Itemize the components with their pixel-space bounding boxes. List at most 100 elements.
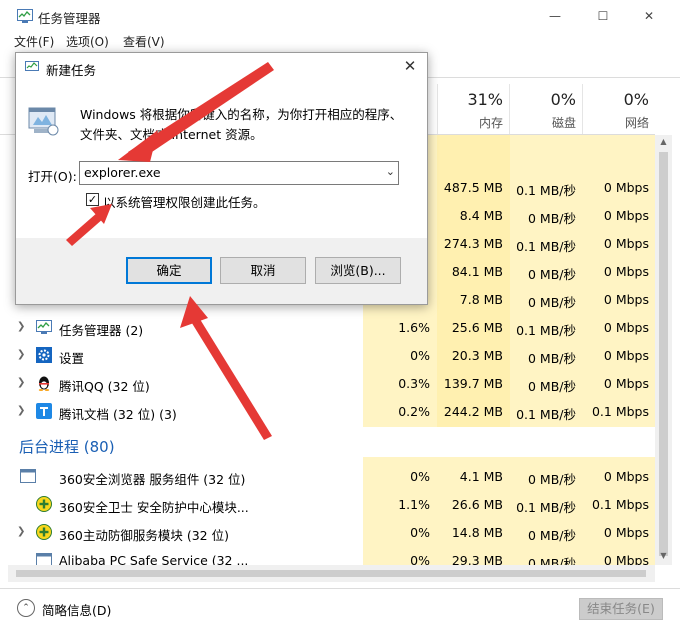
process-name: Alibaba PC Safe Service (32 ... [59, 553, 249, 565]
memory-value: 84.1 MB [451, 264, 503, 279]
shield-plus-icon [36, 524, 52, 540]
disk-value: 0 MB/秒 [528, 379, 576, 394]
end-task-button[interactable]: 结束任务(E) [579, 598, 663, 620]
cpu-value: 0% [410, 469, 430, 484]
scrollbar-thumb[interactable] [659, 152, 668, 556]
ok-button[interactable]: 确定 [126, 257, 212, 284]
disk-value: 0 MB/秒 [528, 351, 576, 366]
column-header-network[interactable]: 0% 网络 [583, 84, 655, 134]
minimize-icon: — [549, 9, 561, 23]
cpu-value: 0% [410, 348, 430, 363]
cpu-value: 1.1% [398, 497, 430, 512]
cpu-value: 0.3% [398, 376, 430, 391]
memory-value: 25.6 MB [451, 320, 503, 335]
memory-value: 26.6 MB [451, 497, 503, 512]
column-header-memory[interactable]: 31% 内存 [437, 84, 510, 134]
scroll-up-icon[interactable]: ▲ [655, 137, 672, 149]
minimize-button[interactable]: — [532, 0, 578, 32]
memory-value: 4.1 MB [459, 469, 503, 484]
process-name: 360安全浏览器 服务组件 (32 位) [59, 472, 246, 487]
horizontal-scrollbar[interactable] [8, 565, 655, 582]
close-button[interactable]: ✕ [626, 0, 672, 32]
network-value: 0 Mbps [603, 208, 649, 223]
run-program-icon [28, 107, 59, 136]
network-value: 0 Mbps [603, 553, 649, 565]
table-row[interactable]: ❯ 腾讯文档 (32 位) (3) 0.2% 244.2 MB 0.1 MB/秒… [0, 397, 655, 425]
disk-value: 0 MB/秒 [528, 211, 576, 226]
network-value: 0 Mbps [603, 525, 649, 540]
scrollbar-thumb[interactable] [16, 570, 646, 577]
table-row[interactable]: 360安全浏览器 服务组件 (32 位) 0% 4.1 MB 0 MB/秒 0 … [0, 462, 655, 490]
chevron-right-icon[interactable]: ❯ [17, 349, 25, 360]
network-value: 0 Mbps [603, 292, 649, 307]
network-value: 0 Mbps [603, 348, 649, 363]
chevron-right-icon[interactable]: ❯ [17, 377, 25, 388]
table-row[interactable]: ❯ 设置 0% 20.3 MB 0 MB/秒 0 Mbps [0, 341, 655, 369]
table-row[interactable]: 360安全卫士 安全防护中心模块... 1.1% 26.6 MB 0.1 MB/… [0, 490, 655, 518]
cancel-button[interactable]: 取消 [220, 257, 306, 284]
maximize-icon: ☐ [597, 9, 609, 23]
close-icon[interactable]: ✕ [400, 57, 420, 77]
process-name: 任务管理器 (2) [59, 323, 144, 338]
table-row[interactable]: ❯ 360主动防御服务模块 (32 位) 0% 14.8 MB 0 MB/秒 0… [0, 518, 655, 546]
close-icon: ✕ [643, 9, 655, 23]
cpu-value: 0% [410, 553, 430, 565]
chevron-right-icon[interactable]: ❯ [17, 405, 25, 416]
network-value: 0.1 Mbps [591, 404, 649, 419]
disk-value: 0 MB/秒 [528, 267, 576, 282]
open-input-value[interactable]: explorer.exe [84, 165, 161, 180]
settings-gear-icon [36, 347, 52, 363]
network-value: 0 Mbps [603, 264, 649, 279]
table-row[interactable]: ❯ 腾讯QQ (32 位) 0.3% 139.7 MB 0 MB/秒 0 Mbp… [0, 369, 655, 397]
task-manager-icon [36, 320, 52, 334]
memory-value: 29.3 MB [451, 553, 503, 565]
dialog-description: Windows 将根据你所键入的名称，为你打开相应的程序、文件夹、文档或 Int… [80, 107, 403, 142]
background-processes-heading: 后台进程 (80) [19, 438, 115, 456]
menu-options[interactable]: 选项(O) [66, 33, 109, 50]
memory-value: 139.7 MB [443, 376, 503, 391]
cpu-value: 0% [410, 525, 430, 540]
browse-button[interactable]: 浏览(B)... [315, 257, 401, 284]
disk-value: 0.1 MB/秒 [516, 407, 576, 422]
menu-bar: 文件(F) 选项(O) 查看(V) [0, 32, 680, 50]
network-label: 网络 [624, 116, 649, 130]
disk-value: 0 MB/秒 [528, 472, 576, 487]
create-new-task-dialog: 新建任务 ✕ Windows 将根据你所键入的名称，为你打开相应的程序、文件夹、… [15, 52, 428, 305]
dialog-button-bar: 确定 取消 浏览(B)... [16, 238, 427, 304]
scroll-down-icon[interactable]: ▼ [655, 551, 672, 563]
admin-privileges-label[interactable]: 以系统管理权限创建此任务。 [103, 192, 266, 211]
process-name: 360安全卫士 安全防护中心模块... [59, 500, 249, 515]
memory-value: 487.5 MB [443, 180, 503, 195]
network-value: 0 Mbps [603, 180, 649, 195]
chevron-right-icon[interactable]: ❯ [17, 526, 25, 537]
open-combobox[interactable]: explorer.exe ⌄ [79, 161, 399, 185]
chevron-down-icon[interactable]: ⌄ [386, 165, 395, 178]
maximize-button[interactable]: ☐ [580, 0, 626, 32]
disk-value: 0 MB/秒 [528, 528, 576, 543]
title-bar: 任务管理器 — ☐ ✕ [0, 0, 680, 32]
column-header-disk[interactable]: 0% 磁盘 [510, 84, 583, 134]
menu-view[interactable]: 查看(V) [123, 33, 165, 50]
window-title: 任务管理器 [38, 11, 101, 26]
menu-file[interactable]: 文件(F) [14, 33, 54, 50]
admin-privileges-checkbox[interactable]: ✓ [86, 193, 99, 206]
shield-plus-icon [36, 496, 52, 512]
table-row[interactable]: ❯ 任务管理器 (2) 1.6% 25.6 MB 0.1 MB/秒 0 Mbps [0, 313, 655, 341]
disk-value: 0.1 MB/秒 [516, 183, 576, 198]
disk-value: 0.1 MB/秒 [516, 323, 576, 338]
disk-value: 0.1 MB/秒 [516, 239, 576, 254]
memory-percent: 31% [467, 90, 503, 109]
chevron-up-icon[interactable]: ⌃ [17, 599, 35, 617]
memory-value: 14.8 MB [451, 525, 503, 540]
table-row[interactable]: Alibaba PC Safe Service (32 ... 0% 29.3 … [0, 546, 655, 565]
vertical-scrollbar[interactable]: ▲ ▼ [655, 135, 672, 565]
task-manager-icon [25, 61, 39, 71]
process-name: 设置 [59, 351, 85, 366]
fewer-details-link[interactable]: 简略信息(D) [42, 600, 111, 619]
disk-label: 磁盘 [551, 116, 576, 130]
disk-value: 0 MB/秒 [528, 295, 576, 310]
network-value: 0.1 Mbps [591, 497, 649, 512]
chevron-right-icon[interactable]: ❯ [17, 321, 25, 332]
memory-value: 8.4 MB [459, 208, 503, 223]
open-label: 打开(O): [28, 169, 77, 184]
